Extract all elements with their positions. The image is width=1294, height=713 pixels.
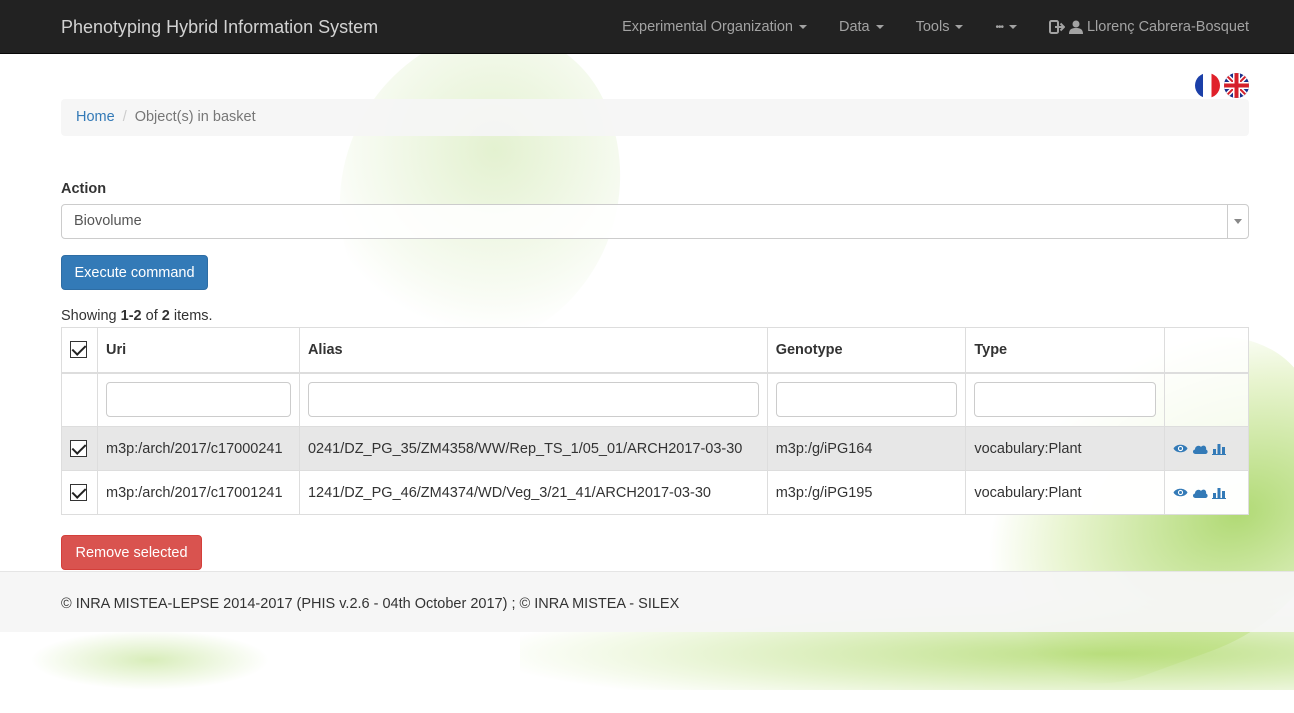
action-selected-value: Biovolume bbox=[74, 213, 142, 229]
breadcrumb-separator: / bbox=[122, 109, 127, 125]
execute-command-button[interactable]: Execute command bbox=[61, 255, 208, 290]
nav-menu: Experimental Organization Data Tools •••… bbox=[590, 0, 1249, 54]
background-leaf bbox=[30, 630, 270, 690]
column-header-alias[interactable]: Alias bbox=[298, 327, 768, 374]
row-checkbox[interactable] bbox=[70, 484, 87, 501]
french-flag-icon[interactable] bbox=[1195, 73, 1220, 98]
footer-copyright: © INRA MISTEA-LEPSE 2014-2017 (PHIS v.2.… bbox=[61, 596, 680, 612]
summary-total: 2 bbox=[161, 308, 170, 324]
breadcrumb-current: Object(s) in basket bbox=[134, 109, 256, 125]
filter-row bbox=[61, 372, 1249, 427]
top-navbar: Phenotyping Hybrid Information System Ex… bbox=[0, 0, 1294, 54]
caret-down-icon bbox=[875, 25, 884, 29]
table-row: m3p:/arch/2017/c17001241 1241/DZ_PG_46/Z… bbox=[61, 470, 1249, 515]
nav-more[interactable]: ••• bbox=[995, 22, 1017, 33]
eye-icon[interactable] bbox=[1173, 443, 1188, 454]
user-name: Llorenç Cabrera-Bosquet bbox=[1086, 19, 1249, 35]
chevron-down-icon[interactable] bbox=[1227, 205, 1248, 238]
summary-range: 1-2 bbox=[120, 308, 142, 324]
nav-user-logout[interactable]: Llorenç Cabrera-Bosquet bbox=[1048, 19, 1249, 35]
filter-alias-input[interactable] bbox=[307, 382, 759, 418]
filter-genotype-input[interactable] bbox=[775, 382, 958, 418]
filter-cell bbox=[298, 372, 768, 427]
column-header-actions bbox=[1164, 327, 1249, 374]
nav-tools[interactable]: Tools bbox=[916, 19, 964, 35]
filter-cell bbox=[96, 372, 300, 427]
breadcrumb: Home / Object(s) in basket bbox=[61, 99, 1249, 136]
cell-genotype: m3p:/g/iPG195 bbox=[766, 470, 967, 515]
filter-cell-empty bbox=[61, 372, 98, 427]
caret-down-icon bbox=[1008, 25, 1017, 29]
cell-type: vocabulary:Plant bbox=[965, 426, 1166, 471]
caret-down-icon bbox=[955, 25, 964, 29]
column-header-genotype[interactable]: Genotype bbox=[766, 327, 967, 374]
user-icon bbox=[1068, 20, 1083, 34]
cloud-icon[interactable] bbox=[1192, 487, 1208, 498]
cloud-icon[interactable] bbox=[1192, 443, 1208, 454]
remove-selected-button[interactable]: Remove selected bbox=[61, 535, 202, 570]
language-switcher bbox=[1191, 73, 1249, 98]
select-all-checkbox[interactable] bbox=[70, 341, 87, 359]
filter-cell-empty bbox=[1164, 372, 1249, 427]
filter-type-input[interactable] bbox=[974, 382, 1157, 418]
nav-label: Experimental Organization bbox=[622, 19, 793, 35]
table-row: m3p:/arch/2017/c17000241 0241/DZ_PG_35/Z… bbox=[61, 426, 1249, 471]
breadcrumb-home-link[interactable]: Home bbox=[76, 109, 115, 125]
cell-uri: m3p:/arch/2017/c17000241 bbox=[96, 426, 300, 471]
app-title[interactable]: Phenotyping Hybrid Information System bbox=[61, 17, 378, 38]
summary-suffix: items. bbox=[169, 308, 213, 324]
bar-chart-icon[interactable] bbox=[1212, 443, 1227, 455]
page-footer: © INRA MISTEA-LEPSE 2014-2017 (PHIS v.2.… bbox=[0, 571, 1294, 632]
basket-table: Uri Alias Genotype Type m3p:/arch/2017/c… bbox=[61, 327, 1249, 515]
cell-actions bbox=[1164, 426, 1249, 471]
nav-label: Tools bbox=[915, 19, 950, 35]
cell-uri: m3p:/arch/2017/c17001241 bbox=[96, 470, 300, 515]
filter-cell bbox=[766, 372, 967, 427]
english-flag-icon[interactable] bbox=[1224, 73, 1249, 98]
nav-experimental-organization[interactable]: Experimental Organization bbox=[622, 19, 807, 35]
summary-of: of bbox=[141, 308, 162, 324]
select-all-cell bbox=[61, 327, 98, 374]
table-header-row: Uri Alias Genotype Type bbox=[61, 327, 1249, 374]
action-label: Action bbox=[61, 181, 107, 197]
grid-summary: Showing 1-2 of 2 items. bbox=[61, 308, 213, 324]
column-header-uri[interactable]: Uri bbox=[96, 327, 300, 374]
nav-label: Data bbox=[838, 19, 870, 35]
logout-icon bbox=[1048, 20, 1065, 34]
nav-label: ••• bbox=[995, 21, 1003, 33]
caret-down-icon bbox=[798, 25, 807, 29]
cell-alias: 0241/DZ_PG_35/ZM4358/WW/Rep_TS_1/05_01/A… bbox=[298, 426, 768, 471]
cell-type: vocabulary:Plant bbox=[965, 470, 1166, 515]
action-select[interactable]: Biovolume bbox=[61, 204, 1249, 239]
cell-genotype: m3p:/g/iPG164 bbox=[766, 426, 967, 471]
nav-data[interactable]: Data bbox=[839, 19, 884, 35]
bar-chart-icon[interactable] bbox=[1212, 487, 1227, 499]
eye-icon[interactable] bbox=[1173, 487, 1188, 498]
row-checkbox[interactable] bbox=[70, 440, 87, 457]
column-header-type[interactable]: Type bbox=[965, 327, 1166, 374]
row-select-cell bbox=[61, 426, 98, 471]
row-select-cell bbox=[61, 470, 98, 515]
cell-alias: 1241/DZ_PG_46/ZM4374/WD/Veg_3/21_41/ARCH… bbox=[298, 470, 768, 515]
filter-uri-input[interactable] bbox=[105, 382, 291, 418]
summary-prefix: Showing bbox=[61, 308, 121, 324]
cell-actions bbox=[1164, 470, 1249, 515]
filter-cell bbox=[965, 372, 1166, 427]
